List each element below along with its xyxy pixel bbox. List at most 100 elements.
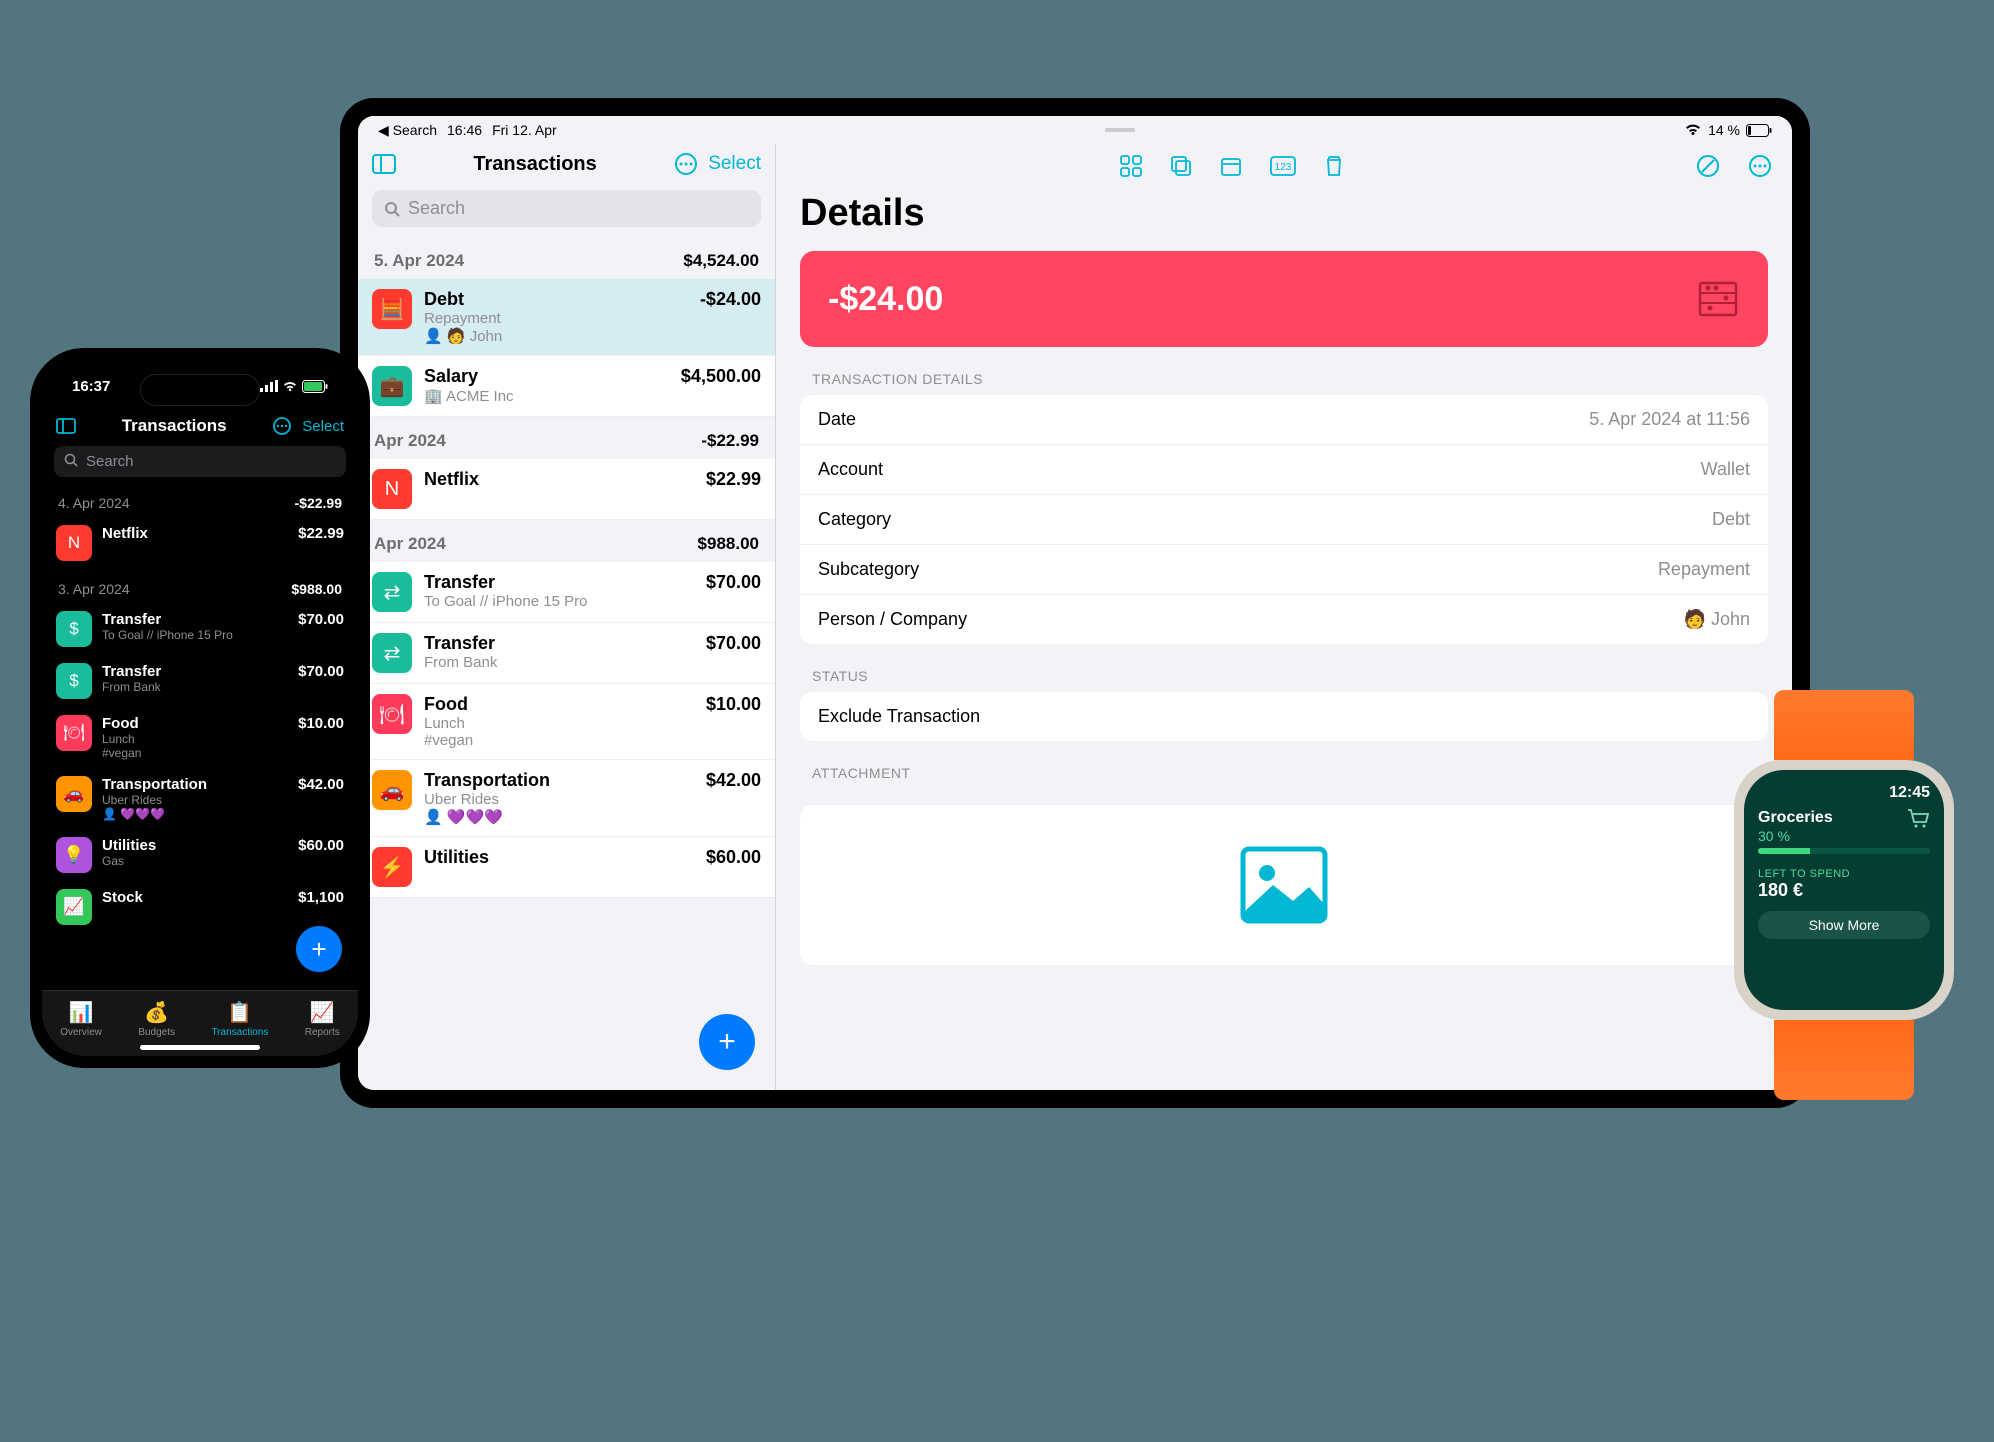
exclude-label: Exclude Transaction [818, 706, 980, 727]
category-icon: ⇄ [372, 572, 412, 612]
status-section-label: STATUS [776, 644, 1792, 692]
copy-icon[interactable] [1170, 155, 1192, 177]
transaction-row[interactable]: ⇄ Transfer To Goal // iPhone 15 Pro $70.… [358, 562, 775, 623]
add-transaction-button[interactable]: + [699, 1014, 755, 1070]
transaction-row[interactable]: N Netflix $22.99 [358, 459, 775, 520]
wifi-icon [1684, 123, 1702, 137]
select-button[interactable]: Select [708, 153, 761, 175]
amount-card: -$24.00 [800, 251, 1768, 347]
detail-row[interactable]: Person / Company🧑 John [800, 595, 1768, 644]
transaction-row[interactable]: 🍽 Food Lunch #vegan $10.00 [358, 684, 775, 760]
date-header: 3. Apr 2024$988.00 [42, 569, 358, 603]
search-icon [384, 201, 400, 217]
category-icon: N [372, 469, 412, 509]
watch-device: 12:45 Groceries 30 % LEFT TO SPEND 180 €… [1734, 690, 1954, 1110]
watch-screen: 12:45 Groceries 30 % LEFT TO SPEND 180 €… [1744, 770, 1944, 1010]
more-icon[interactable] [674, 152, 698, 176]
iphone-device: 16:37 Transactions Select Search 4. Apr … [30, 348, 370, 1068]
iphone-transaction-list[interactable]: 4. Apr 2024-$22.99 N Netflix $22.993. Ap… [42, 483, 358, 990]
tab-budgets[interactable]: 💰Budgets [138, 1000, 175, 1038]
attachment-card[interactable] [800, 805, 1768, 965]
transaction-row[interactable]: 📈 Stock $1,100 [42, 881, 358, 933]
watch-progress [1758, 848, 1930, 854]
transaction-row[interactable]: 🍽 Food Lunch #vegan $10.00 [42, 707, 358, 768]
dynamic-island [140, 374, 260, 406]
iphone-screen: 16:37 Transactions Select Search 4. Apr … [42, 360, 358, 1056]
category-icon: ⇄ [372, 633, 412, 673]
abacus-icon [1696, 277, 1740, 321]
transaction-row[interactable]: 💼 Salary 🏢 ACME Inc $4,500.00 [358, 356, 775, 417]
iphone-select-button[interactable]: Select [302, 418, 344, 435]
transaction-row[interactable]: 🚗 Transportation Uber Rides 👤 💜💜💜 $42.00 [42, 768, 358, 829]
search-placeholder: Search [86, 453, 134, 470]
watch-case: 12:45 Groceries 30 % LEFT TO SPEND 180 €… [1734, 760, 1954, 1020]
battery-icon [1746, 124, 1772, 137]
detail-row[interactable]: Date5. Apr 2024 at 11:56 [800, 395, 1768, 445]
tab-transactions[interactable]: 📋Transactions [211, 1000, 268, 1038]
category-icon: 🧮 [372, 289, 412, 329]
transaction-row[interactable]: $ Transfer From Bank $70.00 [42, 655, 358, 707]
trash-icon[interactable] [1324, 155, 1344, 177]
grid-icon[interactable] [1120, 155, 1142, 177]
category-icon: N [56, 525, 92, 561]
transaction-row[interactable]: N Netflix $22.99 [42, 517, 358, 569]
calendar-icon[interactable] [1220, 155, 1242, 177]
watch-percent: 30 % [1758, 828, 1930, 844]
more-detail-icon[interactable] [1748, 154, 1772, 178]
detail-row[interactable]: AccountWallet [800, 445, 1768, 495]
category-icon: 📈 [56, 889, 92, 925]
iphone-search-input[interactable]: Search [54, 446, 346, 477]
home-indicator[interactable] [140, 1045, 260, 1050]
search-placeholder: Search [408, 198, 465, 219]
iphone-status-icons [260, 380, 328, 393]
transaction-detail: 123 Details -$24.00 TRANSACTION DETAILS … [776, 144, 1792, 1090]
sidebar-toggle-icon[interactable] [372, 154, 396, 174]
detail-row[interactable]: CategoryDebt [800, 495, 1768, 545]
watch-time: 12:45 [1758, 784, 1930, 802]
status-card: Exclude Transaction [800, 692, 1768, 741]
ipad-status-bar: ◀ Search 16:46 Fri 12. Apr 14 % [358, 116, 1792, 144]
iphone-nav: Transactions Select [42, 412, 358, 440]
search-input[interactable]: Search [372, 190, 761, 227]
transactions-sidebar: Transactions Select Search 5. Apr 2024$4… [358, 144, 776, 1090]
multitask-handle[interactable] [1105, 128, 1135, 132]
ipad-device: ◀ Search 16:46 Fri 12. Apr 14 % [340, 98, 1810, 1108]
category-icon: 🚗 [372, 770, 412, 810]
cancel-icon[interactable] [1696, 154, 1720, 178]
category-icon: 🍽 [372, 694, 412, 734]
ipad-screen: ◀ Search 16:46 Fri 12. Apr 14 % [358, 116, 1792, 1090]
transaction-list[interactable]: 5. Apr 2024$4,524.00 🧮 Debt Repayment 👤 … [358, 237, 775, 1090]
number-icon[interactable]: 123 [1270, 156, 1296, 176]
detail-row[interactable]: SubcategoryRepayment [800, 545, 1768, 595]
tab-reports[interactable]: 📈Reports [305, 1000, 340, 1038]
category-icon: $ [56, 611, 92, 647]
exclude-toggle-row[interactable]: Exclude Transaction [800, 692, 1768, 741]
iphone-sidebar-icon[interactable] [56, 418, 76, 434]
iphone-time: 16:37 [72, 378, 110, 395]
date-header: Apr 2024-$22.99 [358, 417, 775, 459]
detail-rows: Date5. Apr 2024 at 11:56AccountWalletCat… [800, 395, 1768, 644]
detail-title: Details [776, 188, 1792, 251]
battery-pct: 14 % [1708, 122, 1740, 138]
watch-show-more-button[interactable]: Show More [1758, 911, 1930, 939]
iphone-add-button[interactable]: + [296, 926, 342, 972]
transaction-row[interactable]: $ Transfer To Goal // iPhone 15 Pro $70.… [42, 603, 358, 655]
status-date: Fri 12. Apr [492, 122, 557, 139]
tab-overview[interactable]: 📊Overview [60, 1000, 102, 1038]
back-to-search[interactable]: ◀ Search [378, 122, 437, 139]
transaction-row[interactable]: 🚗 Transportation Uber Rides 👤 💜💜💜 $42.00 [358, 760, 775, 837]
watch-progress-fill [1758, 848, 1810, 854]
date-header: Apr 2024$988.00 [358, 520, 775, 562]
transaction-row[interactable]: 🧮 Debt Repayment 👤 🧑 John -$24.00 [358, 279, 775, 356]
category-icon: 💼 [372, 366, 412, 406]
category-icon: ⚡ [372, 847, 412, 887]
cart-icon [1906, 808, 1930, 828]
transaction-row[interactable]: ⚡ Utilities $60.00 [358, 837, 775, 898]
tab-icon: 📊 [69, 1000, 94, 1025]
iphone-more-icon[interactable] [272, 416, 292, 436]
transaction-row[interactable]: ⇄ Transfer From Bank $70.00 [358, 623, 775, 684]
watch-band [1774, 690, 1914, 760]
amount-value: -$24.00 [828, 280, 943, 319]
iphone-title: Transactions [86, 416, 262, 436]
transaction-row[interactable]: 💡 Utilities Gas $60.00 [42, 829, 358, 881]
